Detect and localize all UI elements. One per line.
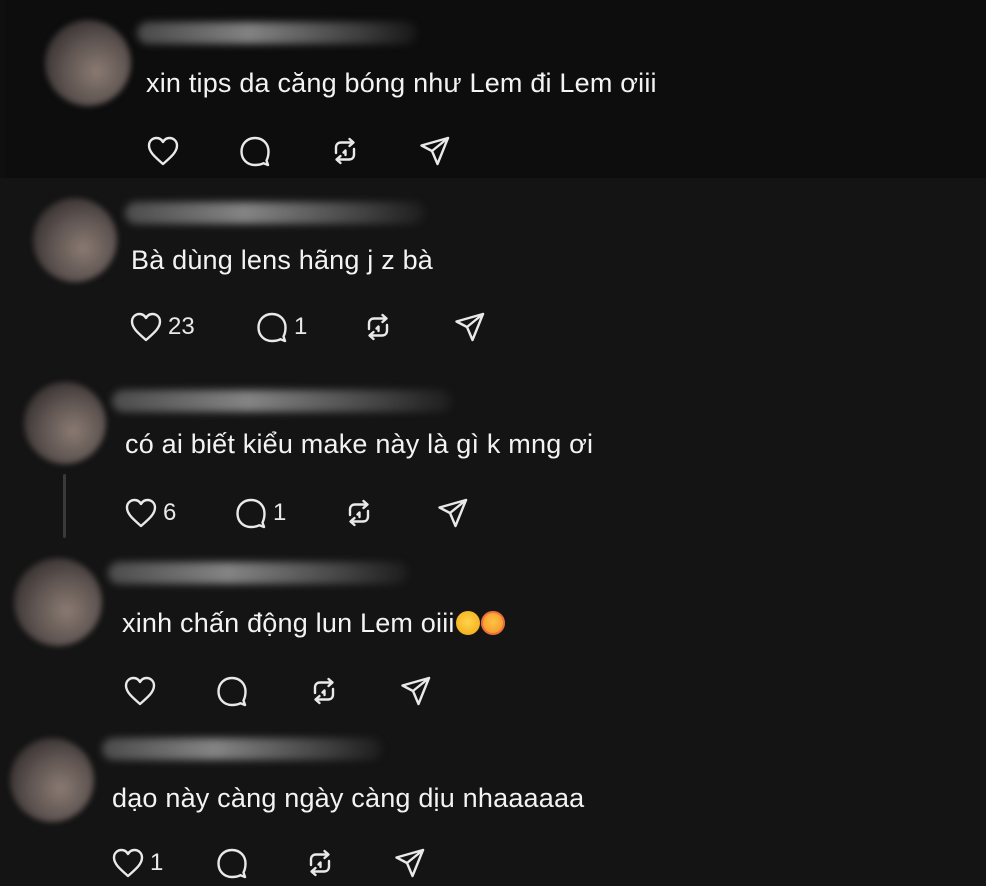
comment-icon <box>214 845 250 881</box>
comment-text: xin tips da căng bóng như Lem đi Lem ơii… <box>146 68 657 98</box>
reply-button[interactable] <box>214 673 250 709</box>
reply-button[interactable]: 1 <box>233 495 286 531</box>
repost-icon <box>302 845 338 881</box>
avatar[interactable] <box>45 20 131 106</box>
comment-text: Bà dùng lens hãng j z bà <box>131 245 434 275</box>
share-icon <box>398 673 434 709</box>
repost-icon <box>327 133 363 169</box>
comment-text: xinh chấn động lun Lem oiii <box>122 608 505 639</box>
like-count: 1 <box>150 849 164 876</box>
username[interactable] <box>125 202 425 224</box>
comment-card-4: xinh chấn động lun Lem oiii <box>0 548 986 726</box>
repost-icon <box>341 495 377 531</box>
share-icon <box>417 133 453 169</box>
repost-button[interactable] <box>327 133 363 169</box>
share-icon <box>452 309 488 345</box>
comment-card-5: dạo này càng ngày càng dịu nhaaaaaa 1 <box>0 726 986 886</box>
reply-button[interactable]: 1 <box>254 309 307 345</box>
thread-line <box>63 474 66 538</box>
repost-icon <box>306 673 342 709</box>
share-icon <box>392 845 428 881</box>
avatar[interactable] <box>33 198 117 282</box>
like-button[interactable] <box>145 133 181 169</box>
heart-icon <box>145 133 181 169</box>
reply-button[interactable] <box>214 845 250 881</box>
username[interactable] <box>108 562 408 584</box>
comment-icon <box>214 673 250 709</box>
like-count: 23 <box>168 313 195 340</box>
crying-face-emoji-icon <box>455 611 480 635</box>
repost-button[interactable] <box>360 309 396 345</box>
share-button[interactable] <box>435 495 471 531</box>
comment-text: dạo này càng ngày càng dịu nhaaaaaa <box>112 783 585 813</box>
reply-count: 1 <box>294 313 308 340</box>
heart-icon <box>128 309 164 345</box>
comment-icon <box>237 133 273 169</box>
like-count: 6 <box>163 499 177 526</box>
comment-card-2: Bà dùng lens hãng j z bà 23 1 <box>0 178 986 366</box>
heart-icon <box>123 495 159 531</box>
share-button[interactable] <box>417 133 453 169</box>
comment-card-1: xin tips da căng bóng như Lem đi Lem ơii… <box>5 0 986 178</box>
action-bar <box>145 133 545 173</box>
username[interactable] <box>137 22 417 44</box>
heart-icon <box>110 845 146 881</box>
like-button[interactable]: 1 <box>110 845 163 881</box>
reply-count: 1 <box>273 499 287 526</box>
avatar[interactable] <box>14 558 102 646</box>
username[interactable] <box>102 738 382 760</box>
repost-icon <box>360 309 396 345</box>
like-button[interactable]: 23 <box>128 309 195 345</box>
share-icon <box>435 495 471 531</box>
comment-icon <box>254 309 290 345</box>
action-bar: 6 1 <box>123 495 523 535</box>
action-bar: 23 1 <box>128 309 528 349</box>
avatar[interactable] <box>10 738 94 822</box>
repost-button[interactable] <box>306 673 342 709</box>
heart-icon <box>122 673 158 709</box>
action-bar <box>122 673 522 713</box>
username[interactable] <box>112 390 452 412</box>
smiling-face-with-hearts-emoji-icon <box>480 611 505 635</box>
avatar[interactable] <box>24 382 106 464</box>
share-button[interactable] <box>392 845 428 881</box>
action-bar: 1 <box>110 845 510 885</box>
repost-button[interactable] <box>302 845 338 881</box>
share-button[interactable] <box>452 309 488 345</box>
comment-text: có ai biết kiểu make này là gì k mng ơi <box>125 429 594 459</box>
share-button[interactable] <box>398 673 434 709</box>
comment-body: xinh chấn động lun Lem oiii <box>122 608 455 638</box>
like-button[interactable]: 6 <box>123 495 176 531</box>
reply-button[interactable] <box>237 133 273 169</box>
comment-icon <box>233 495 269 531</box>
comment-card-3: có ai biết kiểu make này là gì k mng ơi … <box>0 366 986 548</box>
repost-button[interactable] <box>341 495 377 531</box>
like-button[interactable] <box>122 673 158 709</box>
